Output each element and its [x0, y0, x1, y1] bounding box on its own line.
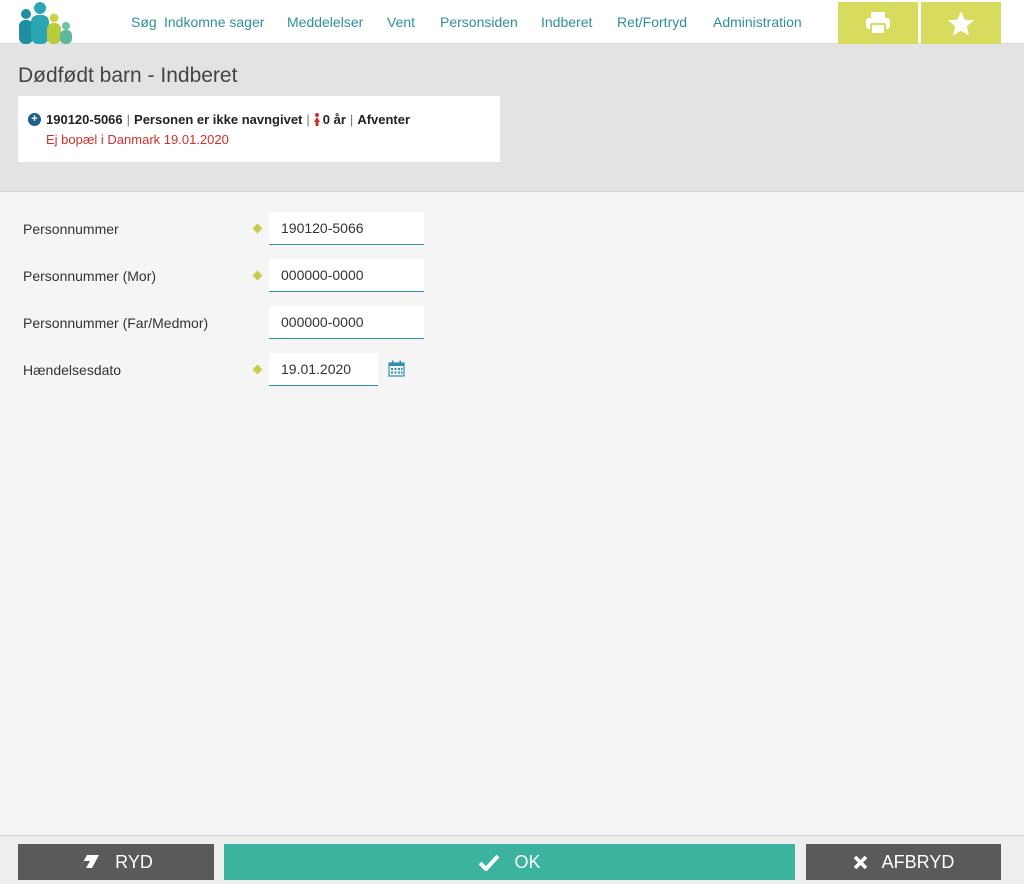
- father-cpr-label: Personnummer (Far/Medmor): [23, 315, 209, 331]
- person-age: 0 år: [322, 112, 346, 127]
- ok-button[interactable]: OK: [224, 844, 795, 880]
- page-title: Dødfødt barn - Indberet: [18, 64, 238, 87]
- residence-warning: Ej bopæl i Danmark 19.01.2020: [46, 132, 229, 147]
- cancel-button[interactable]: AFBRYD: [806, 844, 1001, 880]
- top-navigation-bar: Søg Indkomne sager Meddelelser Vent Pers…: [0, 0, 1024, 44]
- separator: |: [306, 112, 310, 127]
- expand-plus-icon[interactable]: +: [28, 113, 41, 126]
- nav-item-report[interactable]: Indberet: [541, 14, 592, 30]
- clear-button-label: RYD: [115, 851, 153, 872]
- print-button[interactable]: [838, 2, 918, 44]
- favorite-button[interactable]: [921, 2, 1001, 44]
- nav-item-search[interactable]: Søg: [131, 14, 157, 30]
- checkmark-icon: [479, 854, 500, 871]
- person-cpr: 190120-5066: [46, 112, 123, 127]
- nav-item-incoming-cases[interactable]: Indkomne sager: [164, 14, 264, 30]
- print-icon: [866, 12, 890, 35]
- required-marker-icon: [252, 223, 263, 234]
- nav-item-administration[interactable]: Administration: [713, 14, 802, 30]
- person-summary-line: + 190120-5066 | Personen er ikke navngiv…: [28, 112, 410, 127]
- ok-button-label: OK: [514, 851, 541, 872]
- close-icon: [853, 855, 867, 869]
- page-header: Dødfødt barn - Indberet + 190120-5066 | …: [0, 44, 1024, 192]
- form-row-mother-cpr: Personnummer (Mor): [0, 259, 600, 293]
- nav-item-wait[interactable]: Vent: [387, 14, 415, 30]
- mother-cpr-input[interactable]: [269, 259, 424, 292]
- action-bar: RYD OK AFBRYD: [0, 835, 1024, 884]
- event-date-input[interactable]: [269, 353, 378, 386]
- form-row-event-date: Hændelsesdato: [0, 353, 600, 387]
- person-summary-card: + 190120-5066 | Personen er ikke navngiv…: [18, 96, 500, 162]
- person-name: Personen er ikke navngivet: [134, 112, 303, 127]
- required-marker-icon: [252, 270, 263, 281]
- cpr-label: Personnummer: [23, 221, 119, 237]
- cancel-button-label: AFBRYD: [881, 851, 955, 872]
- clear-button[interactable]: RYD: [18, 844, 214, 880]
- person-status: Afventer: [357, 112, 411, 127]
- separator: |: [349, 112, 354, 127]
- event-date-label: Hændelsesdato: [23, 362, 122, 378]
- father-cpr-input[interactable]: [269, 306, 424, 339]
- nav-item-messages[interactable]: Meddelelser: [287, 14, 363, 30]
- female-icon: [313, 113, 320, 126]
- nav-item-person-page[interactable]: Personsiden: [440, 14, 518, 30]
- cpr-input[interactable]: [269, 212, 424, 245]
- required-marker-icon: [252, 364, 263, 375]
- eraser-icon: [80, 855, 100, 868]
- form-row-father-cpr: Personnummer (Far/Medmor): [0, 306, 600, 340]
- star-icon: [948, 10, 974, 36]
- form-row-cpr: Personnummer: [0, 212, 600, 246]
- nav-item-undo[interactable]: Ret/Fortryd: [617, 14, 687, 30]
- mother-cpr-label: Personnummer (Mor): [23, 268, 157, 284]
- separator: |: [126, 112, 131, 127]
- calendar-icon[interactable]: [388, 360, 405, 377]
- family-logo-icon[interactable]: [18, 2, 74, 44]
